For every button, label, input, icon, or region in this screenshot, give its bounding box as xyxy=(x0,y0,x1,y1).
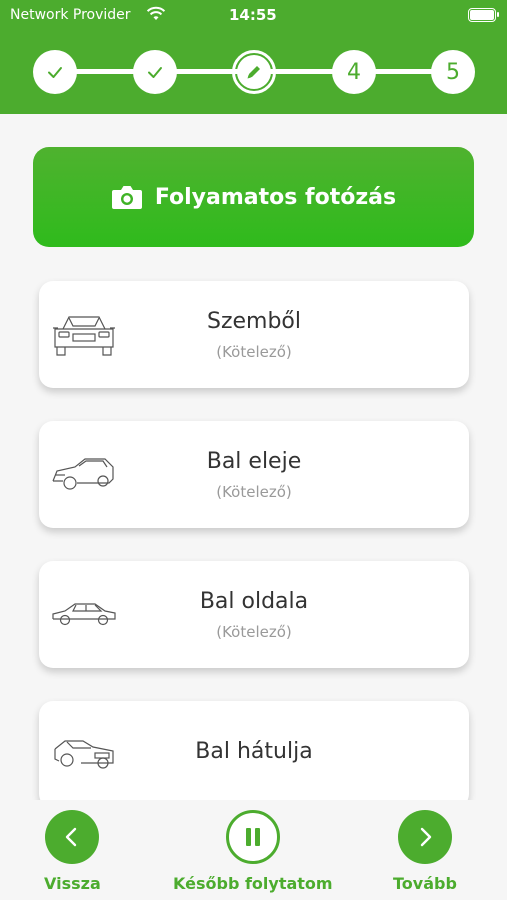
card-title: Szemből xyxy=(206,309,301,334)
step-3-current[interactable] xyxy=(232,50,276,94)
progress-stepper: 4 5 xyxy=(0,50,507,94)
continuous-photo-button[interactable]: Folyamatos fotózás xyxy=(33,147,474,247)
camera-icon xyxy=(111,186,142,209)
battery-icon xyxy=(468,8,499,22)
step-5[interactable]: 5 xyxy=(431,50,475,94)
photo-card-front[interactable]: Szemből (Kötelező) xyxy=(39,281,469,388)
clock: 14:55 xyxy=(229,6,277,24)
next-button[interactable] xyxy=(397,810,452,864)
check-icon xyxy=(48,67,62,78)
app-header: Network Provider 14:55 4 5 xyxy=(0,0,507,114)
card-subtitle: (Kötelező) xyxy=(216,343,292,361)
card-title: Bal eleje xyxy=(206,449,302,474)
back-button[interactable] xyxy=(45,810,100,864)
pencil-icon xyxy=(247,66,260,79)
photo-card-left-front[interactable]: Bal eleje (Kötelező) xyxy=(39,421,469,528)
status-bar: Network Provider 14:55 xyxy=(0,0,507,32)
photo-card-left-rear[interactable]: Bal hátulja xyxy=(39,701,469,808)
bottom-navigation: Vissza Később folytatom Tovább xyxy=(0,800,507,900)
carrier-label: Network Provider xyxy=(10,7,131,23)
step-number: 5 xyxy=(446,59,460,85)
step-1[interactable] xyxy=(33,50,77,94)
card-title: Bal hátulja xyxy=(195,739,313,764)
chevron-left-icon xyxy=(66,827,77,847)
continuous-photo-label: Folyamatos fotózás xyxy=(154,184,397,210)
check-icon xyxy=(148,67,162,78)
chevron-right-icon xyxy=(420,827,432,847)
card-title: Bal oldala xyxy=(199,589,309,614)
pause-icon xyxy=(245,828,260,846)
photo-card-left-side[interactable]: Bal oldala (Kötelező) xyxy=(39,561,469,668)
wifi-icon xyxy=(146,6,166,20)
next-nav[interactable]: Tovább xyxy=(393,810,457,893)
continue-later-nav[interactable]: Később folytatom xyxy=(173,810,333,893)
step-4[interactable]: 4 xyxy=(332,50,376,94)
next-label: Tovább xyxy=(393,874,457,893)
back-nav[interactable]: Vissza xyxy=(44,810,101,893)
continue-later-label: Később folytatom xyxy=(173,874,333,893)
card-subtitle: (Kötelező) xyxy=(216,623,292,641)
card-subtitle: (Kötelező) xyxy=(216,483,292,501)
pause-button[interactable] xyxy=(225,810,280,864)
step-number: 4 xyxy=(347,59,361,85)
step-2[interactable] xyxy=(133,50,177,94)
back-label: Vissza xyxy=(44,874,101,893)
